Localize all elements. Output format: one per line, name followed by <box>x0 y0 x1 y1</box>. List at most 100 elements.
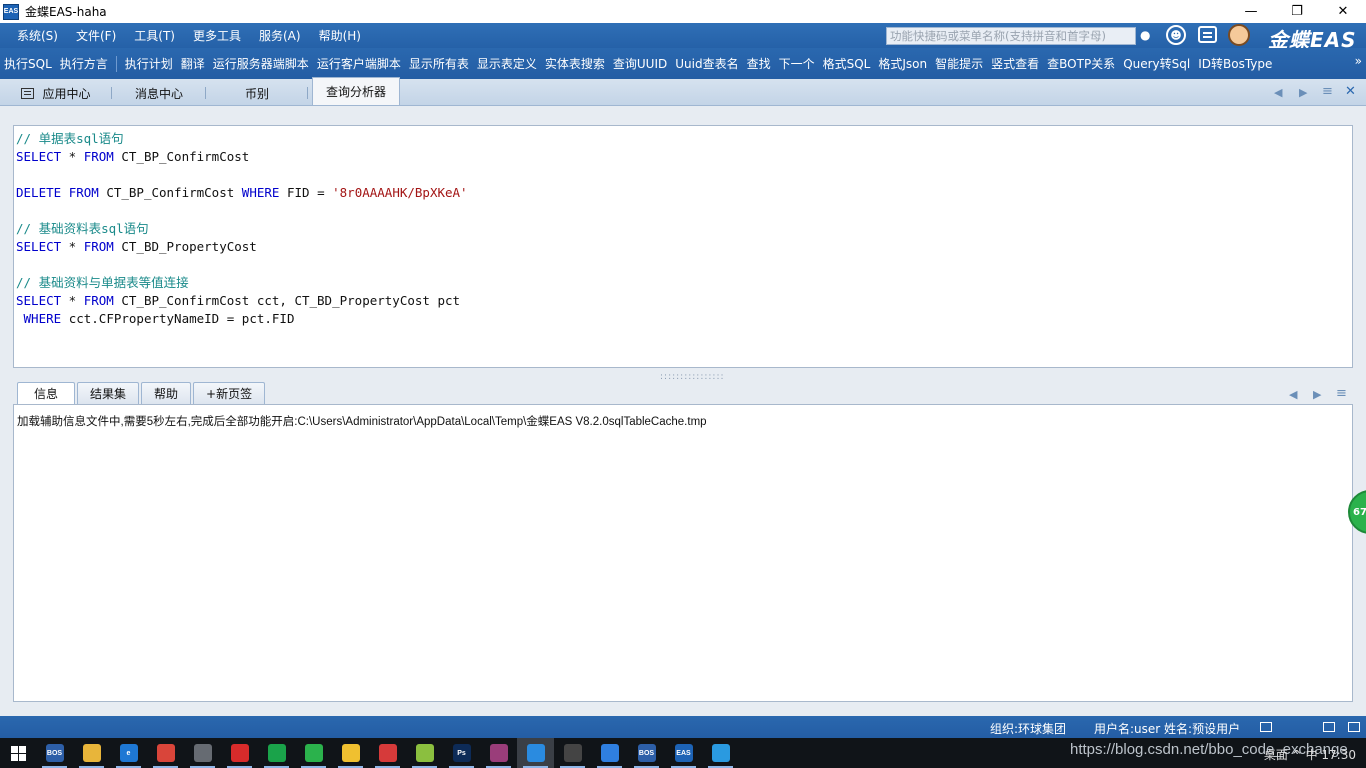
tool-id-to-bostype[interactable]: ID转BosType <box>1198 55 1272 72</box>
toolbar-overflow-icon[interactable]: » <box>1355 54 1362 68</box>
message-icon[interactable] <box>1198 26 1217 43</box>
code-line: SELECT * FROM CT_BD_PropertyCost <box>16 238 1350 256</box>
user-avatar-icon[interactable] <box>1228 24 1250 46</box>
app-center-icon <box>21 87 35 99</box>
tool-show-table-definition[interactable]: 显示表定义 <box>477 55 537 72</box>
toolbar-separator <box>115 55 117 72</box>
camera-icon <box>563 744 582 762</box>
taskbar-green-app[interactable] <box>258 738 295 768</box>
menu-tools[interactable]: 工具(T) <box>134 27 175 44</box>
taskbar-terminal[interactable] <box>184 738 221 768</box>
feishu-icon <box>526 744 545 762</box>
tab-result-set[interactable]: 结果集 <box>77 382 140 404</box>
splitter-handle[interactable]: :::::::::::::::: <box>660 372 725 382</box>
tab-new-page[interactable]: +新页签 <box>193 382 266 404</box>
eas-app-icon: EAS <box>3 3 19 20</box>
taskbar-xmind[interactable] <box>369 738 406 768</box>
code-token-plain: CT_BP_ConfirmCost cct, CT_BD_PropertyCos… <box>113 293 461 308</box>
tab-query-analyzer[interactable]: 查询分析器 <box>312 77 400 105</box>
tool-find[interactable]: 查找 <box>747 55 771 72</box>
tool-execution-plan[interactable]: 执行计划 <box>125 55 173 72</box>
tool-translate[interactable]: 翻译 <box>181 55 205 72</box>
windows-logo-icon <box>10 745 26 761</box>
taskbar-edge[interactable]: e <box>110 738 147 768</box>
tool-smart-hint[interactable]: 智能提示 <box>935 55 983 72</box>
menu-file[interactable]: 文件(F) <box>76 27 116 44</box>
taskbar-qq[interactable] <box>332 738 369 768</box>
tool-format-json[interactable]: 格式Json <box>878 55 927 72</box>
status-user: 用户名:user 姓名:预设用户 <box>1094 722 1241 736</box>
toolbar: 执行SQL 执行方言 执行计划 翻译 运行服务器端脚本 运行客户端脚本 显示所有… <box>0 48 1366 79</box>
taskbar-winrar[interactable] <box>480 738 517 768</box>
taskbar-photoshop[interactable]: Ps <box>443 738 480 768</box>
restore-button[interactable]: ❐ <box>1274 0 1320 23</box>
code-token-plain: CT_BD_PropertyCost <box>113 239 257 254</box>
status-layout-icon[interactable] <box>1348 722 1360 732</box>
tab-app-center[interactable]: 应用中心 <box>0 81 112 105</box>
search-icon[interactable]: ● <box>1140 28 1150 42</box>
taskbar-camera[interactable] <box>554 738 591 768</box>
taskbar-folder[interactable] <box>73 738 110 768</box>
eas-icon: EAS <box>674 744 693 762</box>
lower-list-icon[interactable]: ≡ <box>1336 386 1347 401</box>
tab-help[interactable]: 帮助 <box>141 382 192 404</box>
tool-show-all-tables[interactable]: 显示所有表 <box>409 55 469 72</box>
code-token-plain: * <box>61 293 84 308</box>
taskbar-draw-app[interactable] <box>702 738 739 768</box>
taskbar-netease-music[interactable] <box>221 738 258 768</box>
taskbar-pen-app[interactable] <box>591 738 628 768</box>
lower-prev-icon[interactable]: ◀ <box>1289 388 1297 401</box>
tab-label: 币别 <box>244 86 269 101</box>
function-search-input[interactable]: 功能快捷码或菜单名称(支持拼音和首字母) <box>886 27 1136 45</box>
tool-execute-dialect[interactable]: 执行方言 <box>60 55 108 72</box>
tool-execute-sql[interactable]: 执行SQL <box>4 55 52 72</box>
info-message: 加载辅助信息文件中,需要5秒左右,完成后全部功能开启:C:\Users\Admi… <box>17 416 707 428</box>
tool-botp-relation[interactable]: 查BOTP关系 <box>1047 55 1115 72</box>
menu-more-tools[interactable]: 更多工具 <box>193 27 241 44</box>
smile-icon[interactable]: ☻ <box>1166 25 1186 45</box>
status-keyboard-icon[interactable] <box>1260 722 1272 732</box>
tab-next-icon[interactable]: ▶ <box>1299 86 1307 99</box>
tool-query-to-sql[interactable]: Query转Sql <box>1123 55 1190 72</box>
code-line: // 单据表sql语句 <box>16 130 1350 148</box>
tool-entity-table-search[interactable]: 实体表搜索 <box>545 55 605 72</box>
tab-currency[interactable]: 币别 <box>206 81 308 105</box>
menu-system[interactable]: 系统(S) <box>17 27 58 44</box>
close-button[interactable]: ✕ <box>1320 0 1366 23</box>
tab-message-center[interactable]: 消息中心 <box>112 81 206 105</box>
info-panel: 加载辅助信息文件中,需要5秒左右,完成后全部功能开启:C:\Users\Admi… <box>13 404 1353 702</box>
tool-uuid-table-name[interactable]: Uuid查表名 <box>675 55 738 72</box>
taskbar-wechat[interactable] <box>295 738 332 768</box>
code-token-comment: // 基础资料表sql语句 <box>16 221 149 236</box>
minimize-button[interactable]: — <box>1228 0 1274 23</box>
tool-query-uuid[interactable]: 查询UUID <box>613 55 667 72</box>
code-line: DELETE FROM CT_BP_ConfirmCost WHERE FID … <box>16 184 1350 202</box>
start-button[interactable] <box>0 738 36 768</box>
taskbar-eas[interactable]: EAS <box>665 738 702 768</box>
menu-help[interactable]: 帮助(H) <box>319 27 361 44</box>
taskbar-notepad[interactable] <box>406 738 443 768</box>
menu-service[interactable]: 服务(A) <box>259 27 301 44</box>
taskbar-feishu[interactable] <box>517 738 554 768</box>
green-app-icon <box>267 744 286 762</box>
tool-run-server-script[interactable]: 运行服务器端脚本 <box>213 55 309 72</box>
taskbar-bos[interactable]: BOS <box>36 738 73 768</box>
taskbar-chrome[interactable] <box>147 738 184 768</box>
lower-next-icon[interactable]: ▶ <box>1313 388 1321 401</box>
status-grid-icon[interactable] <box>1323 722 1335 732</box>
tab-prev-icon[interactable]: ◀ <box>1274 86 1282 99</box>
taskbar-bos2[interactable]: BOS <box>628 738 665 768</box>
tool-vertical-view[interactable]: 竖式查看 <box>991 55 1039 72</box>
tool-run-client-script[interactable]: 运行客户端脚本 <box>317 55 401 72</box>
tool-format-sql[interactable]: 格式SQL <box>823 55 871 72</box>
tab-info[interactable]: 信息 <box>17 382 76 404</box>
tab-list-icon[interactable]: ≡ <box>1322 84 1333 99</box>
tab-close-icon[interactable]: ✕ <box>1345 84 1356 99</box>
window-controls: — ❐ ✕ <box>1228 0 1366 23</box>
tool-find-next[interactable]: 下一个 <box>779 55 815 72</box>
sql-editor[interactable]: // 单据表sql语句 SELECT * FROM CT_BP_ConfirmCo… <box>13 125 1353 368</box>
code-line: // 基础资料与单据表等值连接 <box>16 274 1350 292</box>
